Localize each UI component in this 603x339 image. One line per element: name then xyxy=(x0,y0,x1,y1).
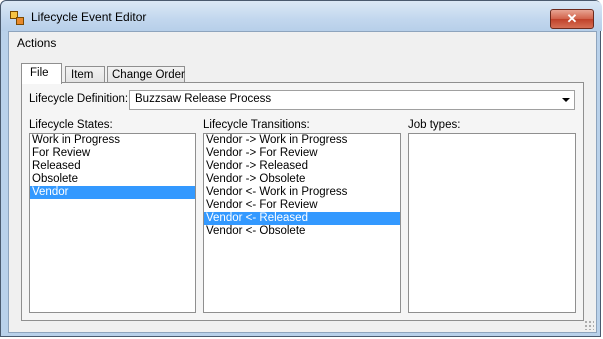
list-item[interactable]: Vendor -> Work in Progress xyxy=(204,134,400,147)
list-item[interactable]: Vendor -> Obsolete xyxy=(204,173,400,186)
close-button[interactable]: ✕ xyxy=(550,9,594,29)
close-icon: ✕ xyxy=(566,11,578,26)
lifecycle-definition-label: Lifecycle Definition: xyxy=(29,93,129,105)
tab-change-order-label: Change Order xyxy=(112,69,185,81)
lifecycle-event-editor-window: Lifecycle Event Editor ✕ Actions File It… xyxy=(0,0,602,337)
tab-file[interactable]: File xyxy=(21,63,62,84)
list-item-selected[interactable]: Vendor <- Released xyxy=(204,212,400,225)
lifecycle-states-label: Lifecycle States: xyxy=(29,119,113,131)
list-item[interactable]: Vendor <- For Review xyxy=(204,199,400,212)
list-item-selected[interactable]: Vendor xyxy=(30,186,195,199)
job-types-label: Job types: xyxy=(408,119,461,131)
list-item[interactable]: Vendor -> For Review xyxy=(204,147,400,160)
list-item[interactable]: Obsolete xyxy=(30,173,195,186)
list-item[interactable]: Work in Progress xyxy=(30,134,195,147)
tab-item[interactable]: Item xyxy=(65,66,105,83)
lifecycle-definition-value: Buzzsaw Release Process xyxy=(135,93,272,105)
job-types-list[interactable] xyxy=(408,133,576,313)
menu-actions[interactable]: Actions xyxy=(17,36,56,50)
window-title: Lifecycle Event Editor xyxy=(31,10,147,24)
list-item[interactable]: Vendor <- Obsolete xyxy=(204,225,400,238)
lifecycle-states-list[interactable]: Work in Progress For Review Released Obs… xyxy=(29,133,196,313)
list-item[interactable]: Released xyxy=(30,160,195,173)
title-bar[interactable]: Lifecycle Event Editor ✕ xyxy=(1,1,602,31)
lifecycle-transitions-label: Lifecycle Transitions: xyxy=(203,119,310,131)
client-area: Actions File Item Change Order Lifecycle… xyxy=(8,31,597,333)
lifecycle-definition-select[interactable]: Buzzsaw Release Process xyxy=(129,90,575,110)
list-item[interactable]: Vendor -> Released xyxy=(204,160,400,173)
chevron-down-icon[interactable] xyxy=(562,98,570,102)
tab-file-label: File xyxy=(30,67,49,79)
resize-grip-icon[interactable] xyxy=(584,320,594,330)
tab-item-label: Item xyxy=(71,69,94,81)
tab-change-order[interactable]: Change Order xyxy=(107,66,185,83)
list-item[interactable]: For Review xyxy=(30,147,195,160)
app-icon xyxy=(10,11,24,25)
list-item[interactable]: Vendor <- Work in Progress xyxy=(204,186,400,199)
menu-bar: Actions xyxy=(9,32,596,54)
lifecycle-transitions-list[interactable]: Vendor -> Work in Progress Vendor -> For… xyxy=(203,133,401,313)
file-tab-panel: Lifecycle Definition: Buzzsaw Release Pr… xyxy=(21,82,584,321)
